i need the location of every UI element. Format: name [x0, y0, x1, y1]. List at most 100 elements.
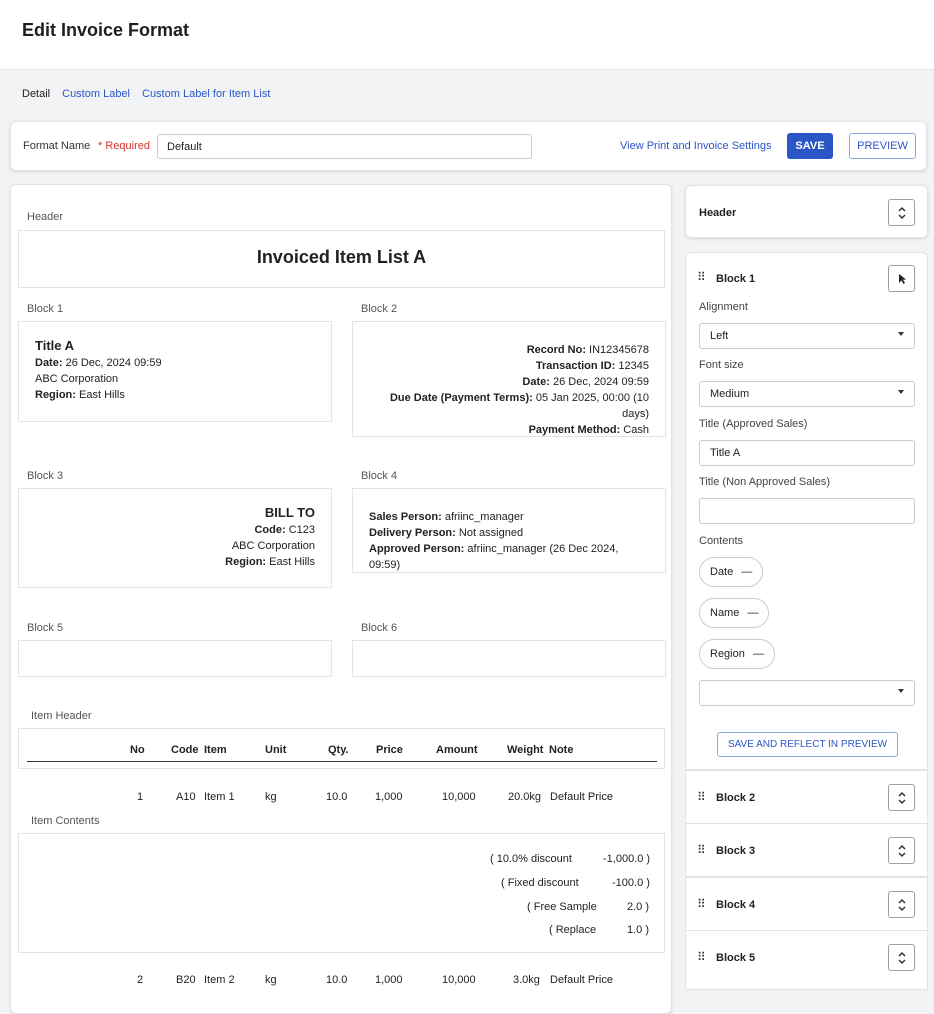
remove-icon[interactable]: —: [753, 648, 764, 660]
adj-discount-value: -1,000.0 ): [603, 853, 651, 865]
col-code: Code: [171, 744, 199, 756]
print-invoice-settings-link[interactable]: View Print and Invoice Settings: [620, 140, 771, 152]
side-block5-panel: ⠿ Block 5: [685, 930, 928, 990]
preview-button[interactable]: PREVIEW: [849, 133, 916, 159]
side-block5-title: Block 5: [716, 952, 756, 964]
row1-amount: 10,000: [442, 791, 476, 803]
row2-no: 2: [137, 974, 144, 986]
chevron-down-icon: [898, 689, 904, 693]
row2-weight: 3.0kg: [513, 974, 540, 986]
block5-label: Block 5: [27, 622, 64, 634]
alignment-select[interactable]: Left: [699, 323, 915, 349]
block3-company: ABC Corporation: [231, 540, 315, 552]
row1-note: Default Price: [550, 791, 613, 803]
unfold-icon[interactable]: [888, 944, 915, 971]
col-no: No: [130, 744, 145, 756]
save-and-reflect-button[interactable]: SAVE AND REFLECT IN PREVIEW: [717, 732, 898, 757]
drag-handle-icon[interactable]: ⠿: [697, 843, 706, 857]
unfold-icon[interactable]: [888, 199, 915, 226]
block2-payment-method: Payment Method: Cash: [528, 424, 649, 436]
block1-title: Title A: [35, 338, 75, 353]
chip-date[interactable]: Date —: [699, 557, 764, 587]
remove-icon[interactable]: —: [747, 607, 758, 619]
item-contents-label: Item Contents: [31, 815, 100, 827]
format-name-bar: Format Name * Required View Print and In…: [10, 121, 927, 171]
side-block1-panel: ⠿ Block 1 Alignment Left Font size Mediu…: [685, 252, 928, 770]
chip-region[interactable]: Region —: [699, 639, 775, 669]
col-item: Item: [204, 744, 227, 756]
unfold-icon[interactable]: [888, 837, 915, 864]
col-amount: Amount: [436, 744, 478, 756]
row2-unit: kg: [265, 974, 277, 986]
item-header-box: No Code Item Unit Qty. Price Amount Weig…: [18, 728, 665, 769]
side-block3-panel: ⠿ Block 3: [685, 823, 928, 877]
row2-item: Item 2: [204, 974, 235, 986]
adj-free-label: ( Free Sample: [527, 901, 597, 913]
font-size-label: Font size: [699, 359, 744, 371]
block2-box: Record No: IN12345678 Transaction ID: 12…: [352, 321, 666, 437]
side-header-panel: Header: [685, 185, 928, 238]
row1-unit: kg: [265, 791, 277, 803]
col-note: Note: [549, 744, 574, 756]
header-section-label: Header: [27, 211, 64, 223]
adj-replace-value: 1.0 ): [627, 924, 650, 936]
alignment-label: Alignment: [699, 301, 748, 313]
unfold-icon[interactable]: [888, 784, 915, 811]
contents-label: Contents: [699, 535, 744, 547]
tab-detail[interactable]: Detail: [22, 88, 50, 100]
required-marker: * Required: [98, 140, 150, 152]
block1-region: Region: East Hills: [35, 389, 125, 401]
block1-box: Title A Date: 26 Dec, 2024 09:59 ABC Cor…: [18, 321, 332, 422]
block5-box: [18, 640, 332, 677]
item-contents-box: ( 10.0% discount -1,000.0 ) ( Fixed disc…: [18, 833, 665, 953]
row1-code: A10: [176, 791, 196, 803]
add-content-select[interactable]: [699, 680, 915, 706]
col-unit: Unit: [265, 744, 287, 756]
block4-approved-person: Approved Person: afriinc_manager (26 Dec…: [369, 543, 619, 571]
col-qty: Qty.: [328, 744, 349, 756]
adj-free-value: 2.0 ): [627, 901, 650, 913]
side-block2-title: Block 2: [716, 792, 756, 804]
side-block2-panel: ⠿ Block 2: [685, 770, 928, 824]
block4-box: Sales Person: afriinc_manager Delivery P…: [352, 488, 666, 573]
col-price: Price: [376, 744, 403, 756]
chip-name[interactable]: Name —: [699, 598, 770, 628]
save-button[interactable]: SAVE: [787, 133, 833, 159]
block2-transaction-id: Transaction ID: 12345: [535, 360, 649, 372]
row1-item: Item 1: [204, 791, 235, 803]
row1-weight: 20.0kg: [508, 791, 542, 803]
title-approved-input[interactable]: Title A: [699, 440, 915, 466]
drag-handle-icon[interactable]: ⠿: [697, 950, 706, 964]
tab-bar: Detail Custom Label Custom Label for Ite…: [22, 88, 270, 100]
item-header-label: Item Header: [31, 710, 92, 722]
block3-box: BILL TO Code: C123 ABC Corporation Regio…: [18, 488, 332, 588]
row2-code: B20: [176, 974, 196, 986]
block1-label: Block 1: [27, 303, 64, 315]
header-box: Invoiced Item List A: [18, 230, 665, 288]
side-block4-title: Block 4: [716, 899, 756, 911]
chevron-down-icon: [898, 332, 904, 336]
drag-handle-icon[interactable]: ⠿: [697, 790, 706, 804]
remove-icon[interactable]: —: [741, 566, 752, 578]
block6-box: [352, 640, 666, 677]
top-bar: Edit Invoice Format: [0, 0, 934, 70]
block4-sales-person: Sales Person: afriinc_manager: [369, 511, 524, 523]
row2-price: 1,000: [375, 974, 403, 986]
tab-custom-label[interactable]: Custom Label: [62, 88, 130, 100]
tab-custom-label-item-list[interactable]: Custom Label for Item List: [142, 88, 270, 100]
format-name-input[interactable]: [157, 134, 532, 159]
header-title: Invoiced Item List A: [256, 247, 427, 267]
title-non-approved-input[interactable]: [699, 498, 915, 524]
unfold-icon[interactable]: [888, 891, 915, 918]
block4-delivery-person: Delivery Person: Not assigned: [369, 527, 524, 539]
drag-handle-icon[interactable]: ⠿: [697, 270, 706, 284]
row2-amount: 10,000: [442, 974, 476, 986]
chevron-down-icon: [898, 390, 904, 394]
side-block1-title: Block 1: [716, 273, 756, 285]
adj-fixed-label: ( Fixed discount: [501, 877, 579, 889]
font-size-select[interactable]: Medium: [699, 381, 915, 407]
drag-handle-icon[interactable]: ⠿: [697, 897, 706, 911]
block3-title: BILL TO: [264, 505, 315, 520]
adj-fixed-value: -100.0 ): [612, 877, 650, 889]
collapse-icon[interactable]: [888, 265, 915, 292]
